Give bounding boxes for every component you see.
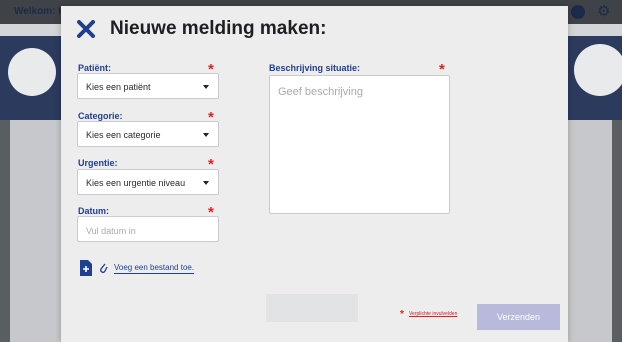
date-placeholder: Vul datum in: [86, 226, 136, 236]
user-icon[interactable]: [571, 5, 585, 19]
patient-label: Patiënt:: [78, 63, 112, 73]
category-select-value: Kies een categorie: [86, 130, 161, 140]
patient-select[interactable]: Kies een patiënt: [77, 73, 219, 99]
attach-file-link[interactable]: Voeg een bestand toe.: [114, 263, 195, 274]
urgency-select[interactable]: Kies een urgentie niveau: [77, 169, 219, 195]
file-add-icon[interactable]: [80, 260, 92, 276]
decorative-circle: [8, 48, 56, 96]
chevron-down-icon: [203, 181, 209, 185]
category-label: Categorie:: [78, 111, 123, 121]
description-textarea[interactable]: Geef beschrijving: [269, 75, 450, 214]
modal-title: Nieuwe melding maken:: [110, 18, 327, 39]
required-fields-note: Verplichte invulvelden: [409, 311, 458, 317]
decorative-circle: [574, 44, 622, 96]
paperclip-icon: [100, 263, 108, 273]
new-report-modal: Nieuwe melding maken: Patiënt: * Kies ee…: [61, 6, 568, 342]
description-placeholder: Geef beschrijving: [278, 86, 363, 98]
description-label: Beschrijving situatie:: [269, 63, 361, 73]
chevron-down-icon: [203, 133, 209, 137]
close-icon[interactable]: [75, 18, 97, 40]
urgency-select-value: Kies een urgentie niveau: [86, 178, 186, 188]
secondary-button[interactable]: [266, 294, 358, 322]
category-select[interactable]: Kies een categorie: [77, 121, 219, 147]
date-field[interactable]: Vul datum in: [77, 216, 219, 242]
urgency-label: Urgentie:: [78, 158, 118, 168]
gear-icon[interactable]: ⚙: [597, 3, 610, 21]
chevron-down-icon: [203, 85, 209, 89]
welcome-text: Welkom: K: [14, 6, 66, 17]
required-marker: *: [400, 309, 404, 320]
patient-select-value: Kies een patiënt: [86, 82, 151, 92]
date-label: Datum:: [78, 206, 109, 216]
send-button[interactable]: Verzenden: [477, 304, 560, 330]
